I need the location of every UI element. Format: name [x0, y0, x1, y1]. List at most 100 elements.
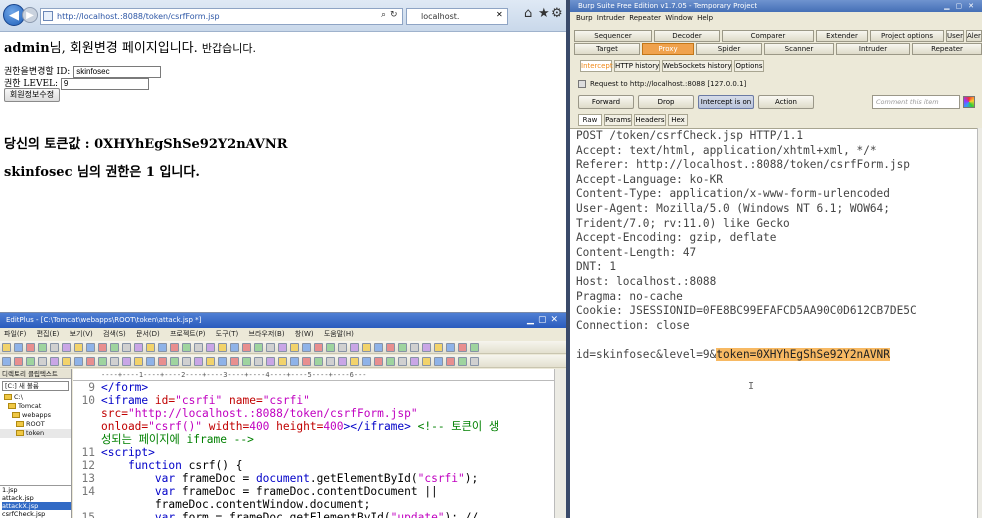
toolbar-icon[interactable]	[218, 343, 227, 352]
tab-extender[interactable]: Extender	[816, 30, 868, 42]
toolbar-icon[interactable]	[458, 343, 467, 352]
file-item[interactable]: csrfCheck.jsp	[2, 510, 71, 518]
favorites-icon[interactable]: ★	[538, 6, 550, 21]
menu-view[interactable]: 보기(V)	[70, 330, 93, 338]
menu-tools[interactable]: 도구(T)	[216, 330, 239, 338]
toolbar-icon[interactable]	[170, 343, 179, 352]
toolbar-icon[interactable]	[122, 343, 131, 352]
toolbar-icon[interactable]	[290, 357, 299, 366]
toolbar-icon[interactable]	[314, 357, 323, 366]
tab-user-options[interactable]: User options	[946, 30, 964, 42]
tab-decoder[interactable]: Decoder	[654, 30, 720, 42]
toolbar-icon[interactable]	[230, 343, 239, 352]
toolbar-icon[interactable]	[206, 357, 215, 366]
toolbar-icon[interactable]	[446, 343, 455, 352]
code-editor[interactable]: 9 </form> 10 <iframe id="csrfi" name="csrfi…	[73, 381, 566, 518]
toolbar-icon[interactable]	[146, 343, 155, 352]
toolbar-icon[interactable]	[182, 357, 191, 366]
menu-document[interactable]: 문서(D)	[136, 330, 160, 338]
toolbar-icon[interactable]	[50, 343, 59, 352]
toolbar-icon[interactable]	[326, 357, 335, 366]
toolbar-icon[interactable]	[266, 357, 275, 366]
toolbar-icon[interactable]	[422, 357, 431, 366]
toolbar-icon[interactable]	[206, 343, 215, 352]
toolbar-icon[interactable]	[326, 343, 335, 352]
toolbar-icon[interactable]	[278, 343, 287, 352]
tab-project-options[interactable]: Project options	[870, 30, 944, 42]
toolbar-icon[interactable]	[242, 357, 251, 366]
tab-http-history[interactable]: HTTP history	[614, 60, 660, 72]
toolbar-icon[interactable]	[74, 343, 83, 352]
tab-intercept[interactable]: Intercept	[580, 60, 613, 72]
toolbar-icon[interactable]	[302, 343, 311, 352]
tab-spider[interactable]: Spider	[696, 43, 762, 55]
toolbar-icon[interactable]	[362, 357, 371, 366]
highlight-color-icon[interactable]	[963, 96, 975, 108]
toolbar-icon[interactable]	[50, 357, 59, 366]
toolbar-icon[interactable]	[170, 357, 179, 366]
tab-repeater[interactable]: Repeater	[912, 43, 982, 55]
toolbar-icon[interactable]	[398, 357, 407, 366]
tab-intruder[interactable]: Intruder	[836, 43, 910, 55]
toolbar-icon[interactable]	[74, 357, 83, 366]
toolbar-icon[interactable]	[26, 357, 35, 366]
toolbar-icon[interactable]	[194, 357, 203, 366]
toolbar-icon[interactable]	[434, 357, 443, 366]
toolbar-icon[interactable]	[290, 343, 299, 352]
toolbar-icon[interactable]	[62, 343, 71, 352]
file-item[interactable]: attack.jsp	[2, 494, 71, 502]
file-item[interactable]: 1.jsp	[2, 486, 71, 494]
toolbar-icon[interactable]	[386, 343, 395, 352]
toolbar-icon[interactable]	[446, 357, 455, 366]
toolbar-icon[interactable]	[122, 357, 131, 366]
toolbar-icon[interactable]	[134, 357, 143, 366]
toolbar-icon[interactable]	[314, 343, 323, 352]
toolbar-icon[interactable]	[422, 343, 431, 352]
toolbar-icon[interactable]	[194, 343, 203, 352]
tab-raw[interactable]: Raw	[578, 114, 602, 126]
toolbar-icon[interactable]	[26, 343, 35, 352]
toolbar-icon[interactable]	[158, 343, 167, 352]
toolbar-icon[interactable]	[434, 343, 443, 352]
action-button[interactable]: Action	[758, 95, 814, 109]
menu-window[interactable]: 창(W)	[295, 330, 314, 338]
tab-websockets-history[interactable]: WebSockets history	[662, 60, 732, 72]
submit-button[interactable]: 회원정보수정	[4, 88, 60, 102]
toolbar-icon[interactable]	[14, 343, 23, 352]
toolbar-icon[interactable]	[350, 343, 359, 352]
menu-browser[interactable]: 브라우저(B)	[249, 330, 285, 338]
request-scrollbar[interactable]	[977, 128, 982, 518]
toolbar-icon[interactable]	[134, 343, 143, 352]
toolbar-icon[interactable]	[2, 343, 11, 352]
tree-item[interactable]: C:\	[0, 393, 71, 402]
tab-proxy[interactable]: Proxy	[642, 43, 694, 55]
tab-hex[interactable]: Hex	[668, 114, 688, 126]
toolbar-icon[interactable]	[2, 357, 11, 366]
tree-item-selected[interactable]: token	[0, 429, 71, 438]
toolbar-icon[interactable]	[470, 343, 479, 352]
tree-item[interactable]: webapps	[0, 411, 71, 420]
tab-options[interactable]: Options	[734, 60, 764, 72]
search-icon[interactable]: ⌕	[381, 10, 386, 20]
drive-select[interactable]: [C:] 새 볼륨	[2, 381, 69, 391]
toolbar-icon[interactable]	[362, 343, 371, 352]
address-bar[interactable]: http://localhost.:8088/token/csrfForm.js…	[40, 8, 403, 25]
toolbar-icon[interactable]	[86, 357, 95, 366]
toolbar-icon[interactable]	[338, 357, 347, 366]
comment-input[interactable]: Comment this item	[872, 95, 960, 109]
tree-item[interactable]: ROOT	[0, 420, 71, 429]
home-icon[interactable]: ⌂	[524, 6, 532, 21]
gear-icon[interactable]: ⚙	[551, 6, 563, 21]
toolbar-icon[interactable]	[62, 357, 71, 366]
toolbar-icon[interactable]	[410, 357, 419, 366]
toolbar-icon[interactable]	[338, 343, 347, 352]
toolbar-icon[interactable]	[266, 343, 275, 352]
toolbar-icon[interactable]	[254, 343, 263, 352]
tab-target[interactable]: Target	[574, 43, 640, 55]
menu-file[interactable]: 파일(F)	[4, 330, 26, 338]
toolbar-icon[interactable]	[374, 357, 383, 366]
intercept-toggle-button[interactable]: Intercept is on	[698, 95, 754, 109]
window-controls[interactable]: ▁▢✕	[944, 0, 980, 12]
tab-comparer[interactable]: Comparer	[722, 30, 814, 42]
tab-sequencer[interactable]: Sequencer	[574, 30, 652, 42]
